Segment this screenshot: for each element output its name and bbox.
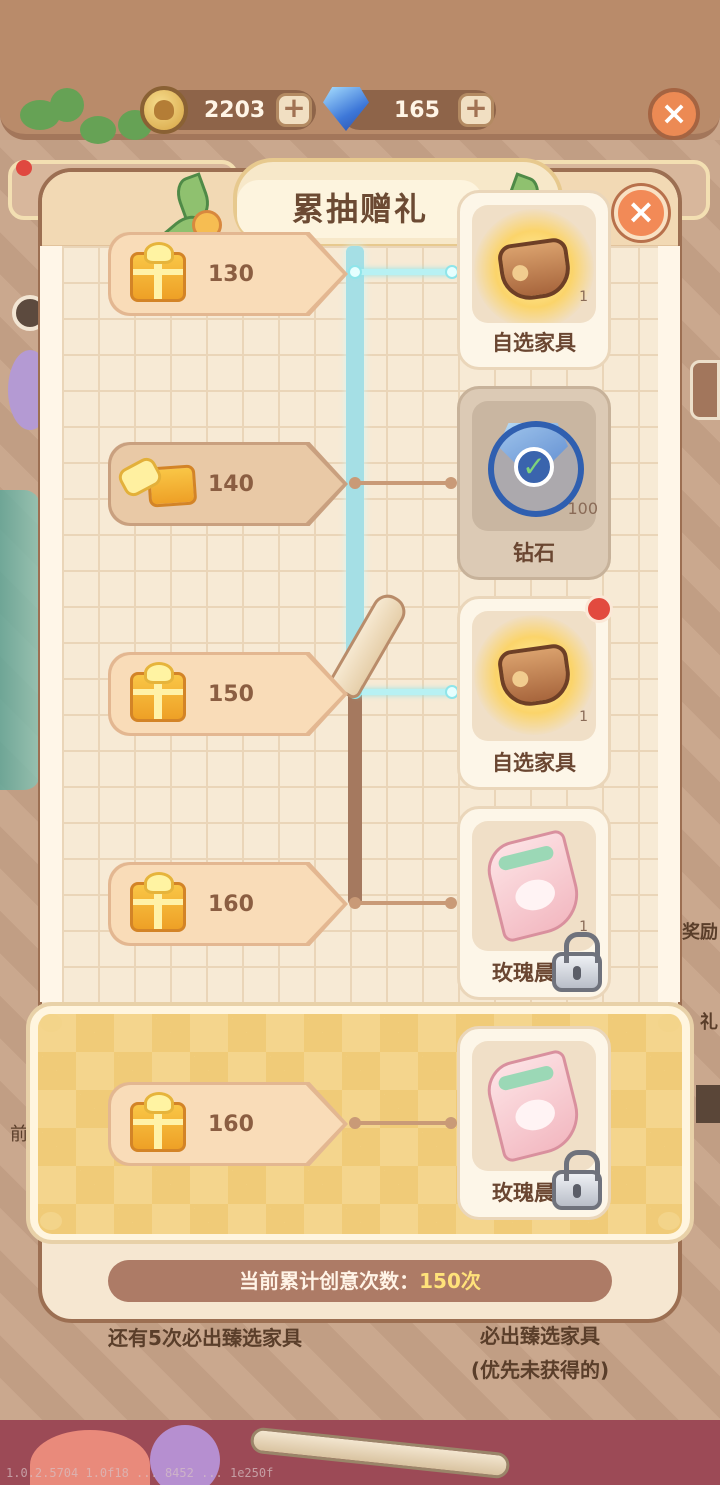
cumulative-count-value: 150次 [419, 1269, 481, 1293]
cumulative-count-label: 当前累计创意次数： [239, 1269, 420, 1293]
add-gems-button[interactable]: + [458, 93, 494, 127]
lock-icon [552, 1150, 602, 1210]
gift-bow-icon [144, 872, 174, 894]
gem-value: 165 [394, 97, 440, 123]
close-scene-button[interactable]: × [648, 88, 700, 140]
milestone-count: 130 [208, 262, 254, 287]
vine-leaf [80, 116, 116, 144]
coin-value: 2203 [204, 97, 266, 123]
connector-150 [354, 689, 454, 695]
milestone-count: 160 [208, 1112, 254, 1137]
side-label-gift[interactable]: 礼 [700, 1008, 718, 1034]
reward-quantity: 1 [579, 289, 588, 305]
gift-bow-icon [144, 242, 174, 264]
heart-corner-icon [658, 1014, 680, 1032]
cumulative-count-display: 当前累计创意次数：150次 [108, 1260, 612, 1302]
reward-image [472, 205, 596, 323]
close-modal-button[interactable]: × [614, 186, 668, 240]
connector-130 [354, 269, 454, 275]
connector-final [354, 1121, 454, 1125]
modal-title: 累抽赠礼 [237, 180, 483, 238]
scene-decoration-left [0, 490, 40, 790]
pity-hint-text: 还有5次必出臻选家具 [108, 1326, 302, 1350]
connector-160 [354, 901, 454, 905]
connector-node [445, 897, 457, 909]
claimable-dot [585, 595, 613, 623]
heart-corner-icon [40, 1212, 62, 1230]
progress-rail-fill [346, 246, 364, 682]
reward-label: 自选家具 [492, 331, 576, 355]
connector-node [349, 477, 361, 489]
reward-quantity: 1 [579, 709, 588, 725]
reward-card-130[interactable]: 1 自选家具 [457, 190, 611, 370]
connector-node [445, 1117, 457, 1129]
connector-140 [354, 481, 454, 485]
notification-dot [16, 160, 32, 176]
reward-card-140[interactable]: ✓ 100 钻石 [457, 386, 611, 580]
reward-image [472, 611, 596, 741]
heart-corner-icon [658, 1212, 680, 1230]
lock-icon [552, 932, 602, 992]
milestone-count: 150 [208, 682, 254, 707]
pity-rule-text: 必出臻选家具 [480, 1324, 600, 1348]
milestone-count: 160 [208, 892, 254, 917]
rose-sofa-icon [481, 828, 587, 944]
coin-icon [140, 86, 188, 134]
track-border [658, 246, 680, 1002]
heart-corner-icon [40, 1014, 62, 1032]
scene-dark-block [696, 1085, 720, 1123]
pity-rule-subtext: (优先未获得的) [470, 1358, 610, 1382]
reward-label: 自选家具 [492, 751, 576, 775]
gift-bow-icon [144, 1092, 174, 1114]
connector-node [349, 897, 361, 909]
track-border [40, 246, 62, 1002]
rose-sofa-icon [481, 1048, 587, 1164]
reward-card-150[interactable]: 1 自选家具 [457, 596, 611, 790]
reward-quantity: 100 [567, 499, 598, 518]
side-label-reward[interactable]: 奖励 [682, 918, 718, 944]
vine-leaf [50, 88, 84, 122]
milestone-count: 140 [208, 472, 254, 497]
build-info-text: 1.0.2.5704 1.0f18 ... 8452 ... 1e250f [6, 1466, 274, 1480]
connector-node [348, 265, 362, 279]
scene-side-card[interactable] [690, 360, 720, 420]
add-coins-button[interactable]: + [276, 93, 312, 127]
check-icon: ✓ [514, 447, 554, 487]
connector-node [349, 1117, 361, 1129]
connector-node [445, 477, 457, 489]
gift-bow-icon [144, 662, 174, 684]
reward-label: 钻石 [513, 541, 555, 565]
